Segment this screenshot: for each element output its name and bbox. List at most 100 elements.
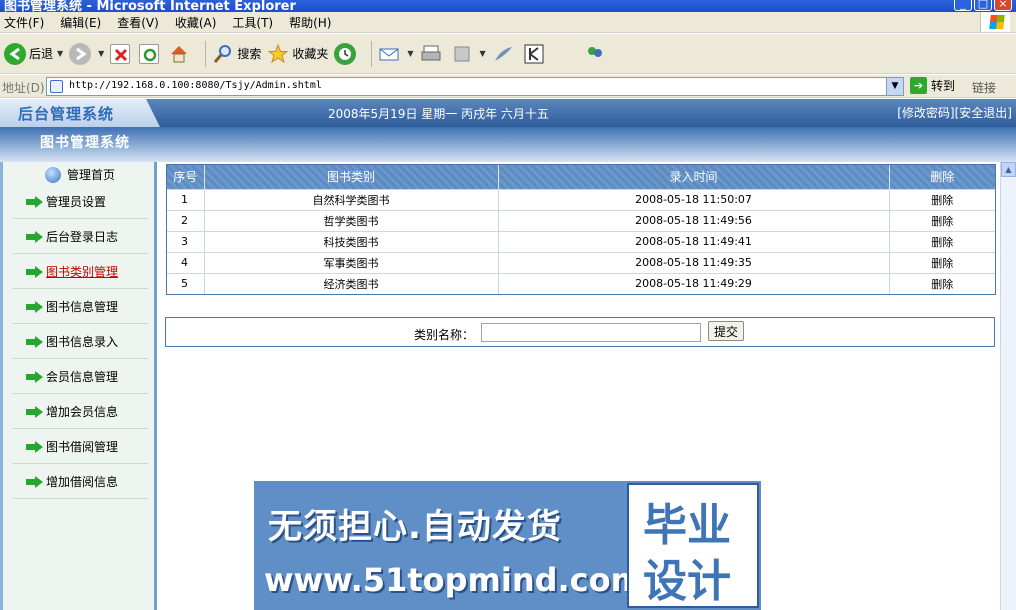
links-button[interactable]: 链接	[972, 79, 996, 96]
mail-icon	[378, 43, 400, 65]
stop-icon	[110, 43, 131, 64]
address-label: 地址(D)	[2, 81, 45, 95]
menu-help[interactable]: 帮助(H)	[289, 14, 339, 31]
history-button[interactable]	[334, 42, 359, 65]
table-row: 1 自然科学类图书 2008-05-18 11:50:07 删除	[167, 188, 995, 210]
sidebar-home[interactable]: 管理首页	[45, 166, 115, 183]
globe-icon	[45, 166, 61, 183]
home-icon	[168, 43, 190, 65]
column-header: 图书类别	[204, 165, 499, 189]
search-label: 搜索	[237, 47, 262, 61]
delete-link[interactable]: 删除	[889, 272, 995, 294]
go-button[interactable]: ➔ 转到	[910, 77, 955, 94]
toolbar-divider	[205, 40, 207, 67]
arrow-icon	[26, 265, 44, 278]
printer-icon	[420, 43, 442, 65]
sidebar-item-label: 图书信息管理	[46, 300, 119, 314]
delete-link[interactable]: 删除	[889, 230, 995, 252]
row-time: 2008-05-18 11:49:56	[498, 209, 890, 231]
sidebar-item-admin-settings[interactable]: 管理员设置	[13, 185, 148, 219]
category-table: 序号 图书类别 录入时间 删除 1 自然科学类图书 2008-05-18 11:…	[166, 164, 996, 295]
stop-button[interactable]	[110, 43, 133, 64]
research-button[interactable]	[523, 43, 548, 65]
change-password-link[interactable]: [修改密码]	[897, 104, 954, 121]
chevron-down-icon[interactable]: ▼	[98, 49, 104, 58]
edit-page-icon	[451, 43, 473, 65]
system-banner: 图书管理系统	[0, 127, 1016, 162]
sidebar-item-member-info[interactable]: 会员信息管理	[13, 360, 148, 394]
row-category: 军事类图书	[204, 251, 499, 273]
logout-link[interactable]: [安全退出]	[955, 104, 1012, 121]
window-titlebar: 图书管理系统 - Microsoft Internet Explorer _ □…	[0, 0, 1016, 12]
vertical-scrollbar[interactable]: ▲	[1000, 162, 1016, 610]
home-button[interactable]	[168, 43, 193, 65]
close-icon[interactable]: ×	[994, 0, 1012, 11]
messenger-button[interactable]	[584, 43, 609, 65]
maximize-icon[interactable]: □	[974, 0, 992, 11]
arrow-icon	[26, 195, 44, 208]
sidebar-item-label: 增加借阅信息	[46, 475, 119, 489]
favorites-button[interactable]: 收藏夹	[267, 43, 328, 65]
sidebar-item-book-entry[interactable]: 图书信息录入	[13, 325, 148, 359]
print-button[interactable]	[420, 43, 445, 65]
delete-link[interactable]: 删除	[889, 209, 995, 231]
minimize-icon[interactable]: _	[954, 0, 972, 11]
chevron-down-icon[interactable]: ▼	[886, 78, 903, 95]
arrow-icon	[26, 335, 44, 348]
row-number: 2	[167, 209, 205, 231]
arrow-icon	[26, 475, 44, 488]
sidebar-item-borrow-manage[interactable]: 图书借阅管理	[13, 430, 148, 464]
delete-link[interactable]: 删除	[889, 188, 995, 210]
chevron-down-icon[interactable]: ▼	[407, 49, 413, 58]
chevron-down-icon[interactable]: ▼	[57, 49, 63, 58]
sidebar-item-book-info[interactable]: 图书信息管理	[13, 290, 148, 324]
menu-bar: 文件(F) 编辑(E) 查看(V) 收藏(A) 工具(T) 帮助(H)	[0, 12, 1016, 33]
menu-edit[interactable]: 编辑(E)	[60, 14, 109, 31]
back-label: 后退	[29, 47, 54, 61]
category-name-label: 类别名称：	[414, 328, 475, 342]
admin-tab-label: 后台管理系统	[18, 105, 115, 123]
admin-header: 后台管理系统 2008年5月19日 星期一 丙戌年 六月十五 [修改密码] [安…	[0, 99, 1016, 127]
row-time: 2008-05-18 11:50:07	[498, 188, 890, 210]
sidebar-item-label: 图书类别管理	[46, 265, 119, 279]
menu-file[interactable]: 文件(F)	[4, 14, 52, 31]
forward-arrow-icon	[69, 42, 92, 65]
research-icon	[523, 43, 545, 65]
windows-logo-icon	[980, 12, 1010, 32]
favorites-label: 收藏夹	[292, 47, 329, 61]
category-name-input[interactable]	[481, 323, 701, 342]
sidebar-item-login-log[interactable]: 后台登录日志	[13, 220, 148, 254]
table-row: 5 经济类图书 2008-05-18 11:49:29 删除	[167, 272, 995, 294]
row-category: 科技类图书	[204, 230, 499, 252]
address-url[interactable]: http://192.168.0.100:8080/Tsjy/Admin.sht…	[69, 80, 322, 91]
forward-button[interactable]: ▼	[69, 42, 104, 65]
row-time: 2008-05-18 11:49:35	[498, 251, 890, 273]
search-button[interactable]: 搜索	[212, 43, 261, 65]
address-input[interactable]: http://192.168.0.100:8080/Tsjy/Admin.sht…	[46, 77, 904, 96]
edit-button[interactable]: ▼	[451, 43, 486, 65]
mail-button[interactable]: ▼	[378, 43, 414, 65]
arrow-icon	[26, 405, 44, 418]
sidebar-item-label: 图书信息录入	[46, 335, 119, 349]
chevron-down-icon[interactable]: ▼	[480, 49, 486, 58]
refresh-button[interactable]	[139, 43, 162, 64]
row-time: 2008-05-18 11:49:29	[498, 272, 890, 294]
back-button[interactable]: 后退 ▼	[4, 42, 63, 65]
sidebar-item-add-borrow[interactable]: 增加借阅信息	[13, 465, 148, 499]
delete-link[interactable]: 删除	[889, 251, 995, 273]
discuss-button[interactable]	[492, 43, 517, 65]
menu-view[interactable]: 查看(V)	[117, 14, 167, 31]
arrow-icon	[26, 370, 44, 383]
menu-tools[interactable]: 工具(T)	[232, 14, 281, 31]
scroll-up-icon[interactable]: ▲	[1001, 162, 1016, 177]
submit-button[interactable]: 提交	[708, 321, 744, 341]
sidebar-item-add-member[interactable]: 增加会员信息	[13, 395, 148, 429]
table-row: 2 哲学类图书 2008-05-18 11:49:56 删除	[167, 209, 995, 231]
toolbar-divider	[371, 40, 373, 67]
menu-favorites[interactable]: 收藏(A)	[175, 14, 225, 31]
refresh-icon	[139, 43, 160, 64]
back-arrow-icon	[4, 42, 26, 65]
browser-toolbar: 后退 ▼ ▼ 搜索 收藏夹 ▼ ▼	[0, 34, 1016, 74]
watermark-line1: 无须担心.自动发货	[268, 507, 562, 547]
sidebar-item-book-category[interactable]: 图书类别管理	[13, 255, 148, 289]
